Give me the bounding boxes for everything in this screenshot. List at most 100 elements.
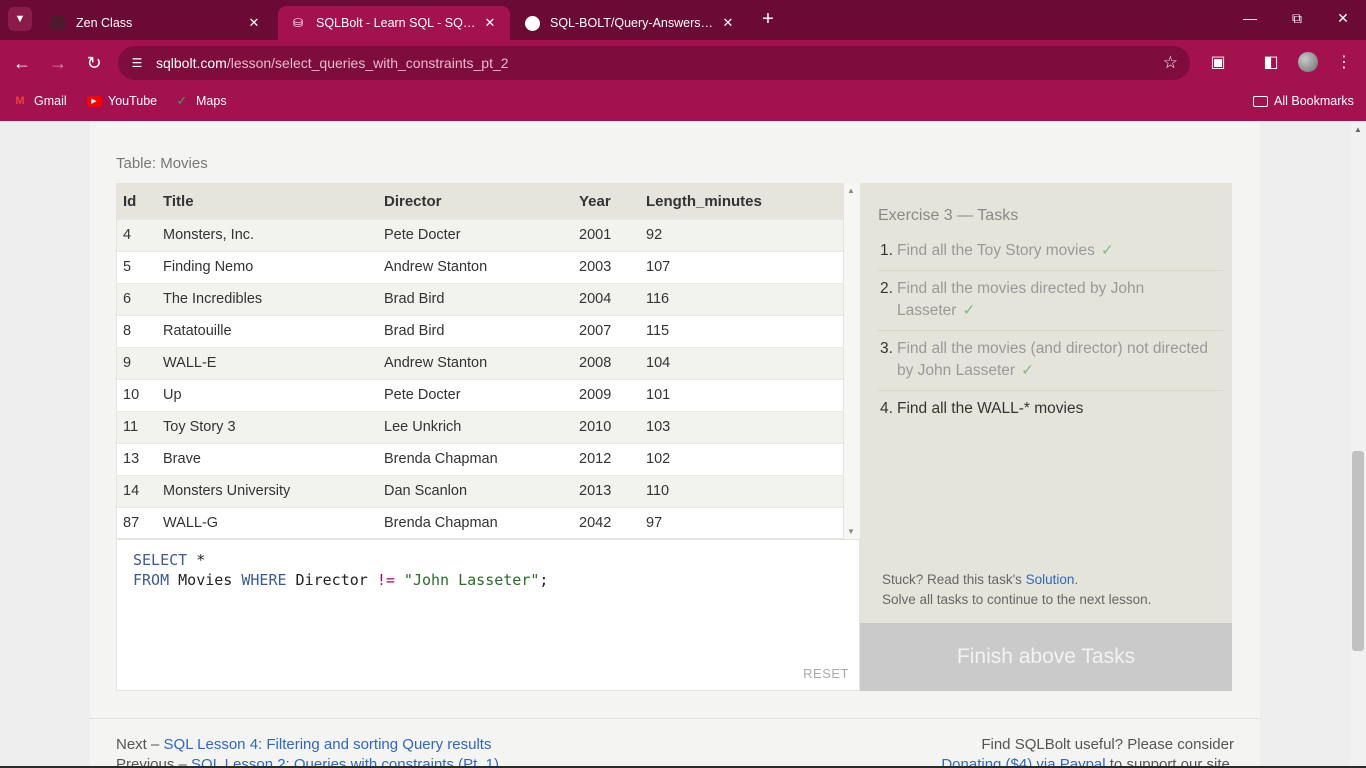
new-tab-icon[interactable]: +: [758, 9, 778, 30]
finish-tasks-button[interactable]: Finish above Tasks: [860, 623, 1232, 691]
table-cell: 2008: [579, 346, 646, 379]
reload-icon[interactable]: ↻: [83, 52, 105, 74]
tab-search-icon[interactable]: ▼: [8, 7, 32, 31]
bookmarks-bar: M Gmail ▶ YouTube ✓ Maps All Bookmarks: [0, 86, 1366, 121]
maps-icon: ✓: [176, 93, 188, 108]
table-cell: Brenda Chapman: [384, 442, 579, 475]
database-favicon-icon: ⛁: [292, 16, 304, 30]
table-row: 8 Ratatouille Brad Bird 2007 115: [117, 314, 843, 347]
scrollbar-thumb[interactable]: [1352, 451, 1364, 651]
scroll-up-arrow-icon[interactable]: ▲: [847, 186, 855, 195]
table-cell: 8: [117, 314, 163, 347]
table-cell: Brave: [163, 442, 384, 475]
forward-icon[interactable]: →: [47, 52, 69, 74]
task-number: 4.: [880, 400, 893, 417]
all-bookmarks-label: All Bookmarks: [1274, 94, 1354, 108]
next-lesson-link[interactable]: SQL Lesson 4: Filtering and sorting Quer…: [164, 736, 492, 753]
menu-kebab-icon[interactable]: ⋮: [1333, 52, 1355, 72]
browser-toolbar: ← → ↻ ☰ sqlbolt.com/lesson/select_querie…: [0, 40, 1366, 86]
close-tab-icon[interactable]: ✕: [720, 15, 736, 31]
profile-avatar[interactable]: [1298, 52, 1318, 72]
column-header: Year: [579, 184, 646, 219]
tab-github[interactable]: SQL-BOLT/Query-Answers.sql at ✕: [512, 6, 748, 40]
table-cell: 6: [117, 282, 163, 315]
table-cell: 11: [117, 410, 163, 443]
url-text[interactable]: sqlbolt.com/lesson/select_queries_with_c…: [156, 55, 509, 71]
task-number: 1.: [880, 242, 893, 259]
table-cell: 2007: [579, 314, 646, 347]
task-item: 4. Find all the WALL-* movies: [878, 391, 1223, 428]
sql-editor[interactable]: SELECT * FROM Movies WHERE Director != "…: [116, 539, 860, 691]
bookmark-youtube[interactable]: ▶ YouTube: [86, 93, 157, 109]
bookmark-maps[interactable]: ✓ Maps: [174, 93, 227, 109]
bookmark-label: Maps: [196, 94, 227, 108]
checkmark-icon: ✓: [962, 302, 976, 319]
table-cell: 13: [117, 442, 163, 475]
table-cell: Monsters, Inc.: [163, 218, 384, 251]
restore-icon[interactable]: ⧉: [1287, 10, 1307, 27]
table-cell: 5: [117, 250, 163, 283]
table-row: 11 Toy Story 3 Lee Unkrich 2010 103: [117, 410, 843, 443]
next-lesson: Next – SQL Lesson 4: Filtering and sorti…: [116, 736, 492, 753]
scroll-up-arrow-icon[interactable]: ▲: [1354, 125, 1362, 134]
table-row: 4 Monsters, Inc. Pete Docter 2001 92: [117, 218, 843, 251]
close-window-icon[interactable]: ✕: [1333, 10, 1353, 27]
table-cell: 2042: [579, 506, 646, 538]
solution-link[interactable]: Solution: [1026, 572, 1075, 587]
table-cell: 10: [117, 378, 163, 411]
all-bookmarks[interactable]: All Bookmarks: [1252, 93, 1354, 109]
scroll-down-arrow-icon[interactable]: ▼: [847, 527, 855, 536]
movies-table-container[interactable]: Id Title Director Year Length_minutes 4M…: [116, 183, 844, 539]
close-tab-icon[interactable]: ✕: [482, 15, 498, 31]
tab-title: Zen Class: [76, 16, 133, 30]
divider: [90, 718, 1260, 719]
table-cell: 104: [646, 346, 843, 379]
table-cell: 2012: [579, 442, 646, 475]
extensions-icon[interactable]: ▣: [1207, 52, 1229, 72]
close-tab-icon[interactable]: ✕: [246, 15, 262, 31]
table-cell: Dan Scanlon: [384, 474, 579, 507]
bookmark-label: YouTube: [108, 94, 158, 108]
task-text: Find all the movies directed by John Las…: [897, 280, 1145, 319]
table-cell: Lee Unkrich: [384, 410, 579, 443]
address-bar[interactable]: ☰ sqlbolt.com/lesson/select_queries_with…: [118, 46, 1190, 80]
minimize-icon[interactable]: —: [1240, 10, 1260, 26]
table-cell: 9: [117, 346, 163, 379]
table-cell: 4: [117, 218, 163, 251]
table-cell: 2009: [579, 378, 646, 411]
task-text: Find all the movies (and director) not d…: [897, 340, 1209, 379]
movies-table: Id Title Director Year Length_minutes 4M…: [117, 184, 843, 538]
table-row: 14 Monsters University Dan Scanlon 2013 110: [117, 474, 843, 507]
column-header: Director: [384, 184, 579, 219]
task-item: 1. Find all the Toy Story movies ✓: [878, 233, 1223, 271]
tab-sqlbolt[interactable]: ⛁ SQLBolt - Learn SQL - SQL Lesson ✕: [278, 6, 510, 40]
side-panel-icon[interactable]: ◧: [1260, 52, 1282, 72]
table-cell: 103: [646, 410, 843, 443]
table-cell: Pete Docter: [384, 218, 579, 251]
table-header-row: Id Title Director Year Length_minutes: [117, 184, 843, 219]
table-cell: Andrew Stanton: [384, 346, 579, 379]
site-info-icon[interactable]: ☰: [128, 54, 146, 72]
table-row: 10 Up Pete Docter 2009 101: [117, 378, 843, 411]
table-cell: Toy Story 3: [163, 410, 384, 443]
checkmark-icon: ✓: [1021, 362, 1035, 379]
tasks-panel: Exercise 3 — Tasks 1. Find all the Toy St…: [860, 183, 1232, 623]
table-scrollbar[interactable]: ▲ ▼: [844, 183, 860, 539]
tab-zen-class[interactable]: Zen Class ✕: [38, 6, 274, 40]
reset-button[interactable]: RESET: [803, 666, 849, 681]
table-cell: 110: [646, 474, 843, 507]
bookmark-gmail[interactable]: M Gmail: [12, 93, 66, 109]
table-cell: The Incredibles: [163, 282, 384, 315]
table-row: 13 Brave Brenda Chapman 2012 102: [117, 442, 843, 475]
table-cell: 2004: [579, 282, 646, 315]
folder-icon: [1252, 93, 1268, 109]
page-viewport: Table: Movies Id Title Director Year Len…: [0, 121, 1350, 768]
page-scrollbar[interactable]: ▲: [1350, 121, 1366, 768]
sql-code[interactable]: SELECT * FROM Movies WHERE Director != "…: [133, 550, 548, 590]
back-icon[interactable]: ←: [11, 52, 33, 74]
table-cell: 102: [646, 442, 843, 475]
table-caption: Table: Movies: [116, 155, 208, 172]
bookmark-star-icon[interactable]: ☆: [1163, 53, 1178, 73]
task-list: 1. Find all the Toy Story movies ✓ 2. Find a…: [878, 233, 1223, 428]
table-cell: WALL-E: [163, 346, 384, 379]
